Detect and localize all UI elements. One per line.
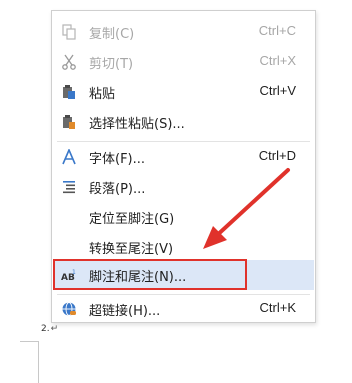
font-icon xyxy=(61,149,77,165)
menu-item-paragraph[interactable]: 段落(P)... xyxy=(53,172,314,202)
scissors-icon xyxy=(61,54,77,70)
menu-item-shortcut: Ctrl+C xyxy=(258,23,296,38)
menu-item-cut[interactable]: 剪切(T) Ctrl+X xyxy=(53,47,314,77)
menu-item-copy[interactable]: 复制(C) Ctrl+C xyxy=(53,17,314,47)
menu-item-label: 复制(C) xyxy=(89,27,135,42)
menu-item-label: 剪切(T) xyxy=(89,57,134,72)
menu-item-label: 定位至脚注(G) xyxy=(89,212,175,227)
menu-item-label: 段落(P)... xyxy=(89,182,146,197)
page-margin-line xyxy=(38,342,39,383)
paste-special-icon xyxy=(61,114,77,130)
menu-item-convert-to-endnote[interactable]: 转换至尾注(V) xyxy=(53,232,314,262)
menu-item-paste-special[interactable]: 选择性粘贴(S)... xyxy=(53,107,314,137)
menu-item-label: 超链接(H)... xyxy=(89,304,161,319)
page: 复制(C) Ctrl+C 剪切(T) Ctrl+X 粘贴 Ctrl+V 选择性粘… xyxy=(0,0,352,383)
menu-item-shortcut: Ctrl+X xyxy=(259,53,296,68)
menu-item-go-to-footnote[interactable]: 定位至脚注(G) xyxy=(53,202,314,232)
menu-item-label: 选择性粘贴(S)... xyxy=(89,117,185,132)
hyperlink-icon xyxy=(61,301,77,317)
paragraph-icon xyxy=(61,179,77,195)
menu-item-label: 转换至尾注(V) xyxy=(89,242,174,257)
menu-item-shortcut: Ctrl+D xyxy=(258,148,296,163)
menu-item-label: 字体(F)... xyxy=(89,152,146,167)
paste-icon xyxy=(61,84,77,100)
menu-item-paste[interactable]: 粘贴 Ctrl+V xyxy=(53,77,314,107)
menu-item-shortcut: Ctrl+K xyxy=(259,300,296,315)
copy-icon xyxy=(61,24,77,40)
menu-item-shortcut: Ctrl+V xyxy=(259,83,296,98)
highlight-callout-box xyxy=(53,259,247,290)
page-corner-line xyxy=(20,341,39,342)
menu-item-font[interactable]: 字体(F)... Ctrl+D xyxy=(53,142,314,172)
menu-item-label: 粘贴 xyxy=(89,87,116,102)
menu-item-hyperlink[interactable]: 超链接(H)... Ctrl+K xyxy=(53,294,314,324)
footnote-number: 2.↵ xyxy=(41,324,58,334)
footnote-number-text: 2. xyxy=(41,324,50,334)
paragraph-mark: ↵ xyxy=(50,324,59,334)
